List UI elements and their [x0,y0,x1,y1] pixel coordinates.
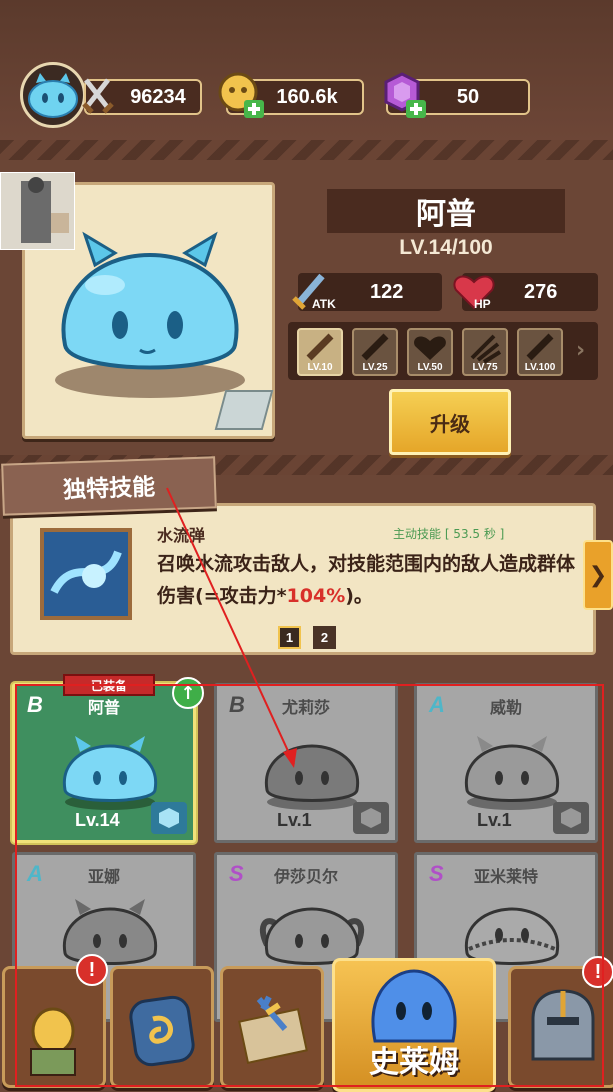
crossed-swords-icon [78,70,128,120]
hero-card-name: 伊莎贝尔 [273,867,338,886]
gold-coin-icon[interactable] [218,70,268,120]
skill-damage-percent: 104% [286,585,346,607]
locked-slime-icon [62,899,158,965]
milestone-lv10[interactable]: LV.10 [297,328,343,376]
character-thumbnail [0,172,75,250]
nav-hero-alert-icon: ! [76,954,108,986]
hero-card-name: 尤莉莎 [281,698,330,717]
slime-avatar-icon [28,73,78,118]
hero-card-name: 亚娜 [87,867,120,886]
blue-slime-icon [62,736,158,810]
heart-icon [414,336,446,360]
sword-icon [526,333,554,361]
hero-level: LV.14/100 [399,236,493,259]
hero-card-level: Lv.1 [277,810,312,830]
upgrade-arrow-icon: ↑ [172,677,204,709]
earth-element-icon [553,802,589,834]
level-milestones: LV.10 LV.25 LV.50 LV.75 LV.100 › [288,322,598,380]
locked-slime-icon [264,744,360,810]
hero-card[interactable]: A 威勒 Lv.1 [414,683,598,843]
sword-icon [361,333,389,361]
hero-card-name: 阿普 [87,698,120,717]
hp-value: 276 [524,280,558,303]
hero-card[interactable]: B 尤莉莎 Lv.1 [214,683,398,843]
hero-card-name: 亚米莱特 [473,867,538,886]
nav-slime-button[interactable]: 史莱姆 [332,958,496,1092]
skill-page-1[interactable]: 1 [278,626,301,649]
nav-equipment-alert-icon: ! [582,956,613,988]
hero-card-name: 威勒 [489,698,522,717]
next-arrow-button[interactable]: ❯ [583,540,613,610]
water-element-icon [151,802,187,834]
decorative-stripe [0,140,613,160]
chevron-right-icon[interactable]: › [576,338,585,363]
milestone-lv100[interactable]: LV.100 [517,328,563,376]
nav-slime-label: 史莱姆 [369,1045,459,1080]
nav-quest-button[interactable] [220,966,324,1088]
atk-label: ATK [312,297,336,311]
earth-element-icon [353,802,389,834]
milestone-lv50[interactable]: LV.50 [407,328,453,376]
hero-card[interactable]: B 阿普 Lv.14 [12,683,196,843]
purple-gem-icon[interactable] [382,70,432,120]
player-avatar[interactable] [20,62,86,128]
attack-power-value: 96234 [130,85,186,108]
sword-icon [306,333,334,361]
locked-slime-icon [464,736,560,810]
gem-value: 50 [456,85,480,108]
rune-stone-icon [129,995,195,1067]
equipped-tag: 已装备 [63,674,155,696]
nav-rune-button[interactable] [110,966,214,1088]
unique-skill-banner: 独特技能 [1,456,217,516]
warrior-character-icon [30,1007,76,1076]
hero-card-level: Lv.14 [75,810,120,830]
milestone-lv25[interactable]: LV.25 [352,328,398,376]
water-bullet-skill-icon [40,528,132,620]
hero-name: 阿普 [327,189,565,233]
atk-value: 122 [370,280,404,303]
gold-value: 160.6k [276,85,338,108]
skill-name: 水流弹 [157,526,206,545]
scroll-map-icon [238,995,308,1064]
hp-label: HP [474,297,491,311]
skill-type: 主动技能 [ 53.5 秒 ] [393,527,505,541]
upgrade-button[interactable]: 升级 [389,389,511,455]
claw-icon [470,334,502,364]
milestone-lv75[interactable]: LV.75 [462,328,508,376]
hero-card-level: Lv.1 [477,810,512,830]
skill-page-2[interactable]: 2 [313,626,336,649]
skill-description: 召唤水流攻击敌人，对技能范围内的敌人造成群体伤害(=攻击力*104%)。 [157,553,576,607]
